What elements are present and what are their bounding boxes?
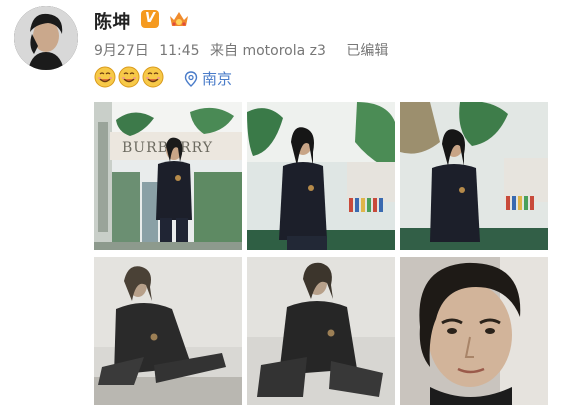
- vip-crown-icon[interactable]: [168, 8, 190, 30]
- post-photo-6[interactable]: [400, 257, 548, 405]
- post-photo-5[interactable]: [247, 257, 395, 405]
- location-link[interactable]: 南京: [184, 68, 232, 89]
- post-photo-2[interactable]: [247, 102, 395, 250]
- post-photo-4[interactable]: [94, 257, 242, 405]
- emoji-row: [94, 66, 164, 90]
- post-photo-3[interactable]: [400, 102, 548, 250]
- post-photo-1[interactable]: BURBERRY: [94, 102, 242, 250]
- weibo-post: 陈坤 V 9月27日 11:45 来自 motorola z3 已编辑 南京: [0, 0, 562, 408]
- post-meta: 9月27日 11:45 来自 motorola z3 已编辑: [94, 40, 394, 60]
- verified-icon: V: [141, 10, 159, 28]
- smiling-face-emoji-icon: [94, 66, 116, 88]
- edited-label[interactable]: 已编辑: [346, 43, 388, 59]
- location-name: 南京: [202, 70, 233, 88]
- post-date[interactable]: 9月27日: [94, 43, 149, 59]
- post-time[interactable]: 11:45: [159, 43, 199, 59]
- avatar[interactable]: [14, 6, 78, 70]
- username[interactable]: 陈坤: [94, 8, 131, 34]
- smiling-face-emoji-icon: [118, 66, 140, 88]
- location-pin-icon: [184, 70, 198, 87]
- smiling-face-emoji-icon: [142, 66, 164, 88]
- post-source: 来自 motorola z3: [210, 43, 326, 59]
